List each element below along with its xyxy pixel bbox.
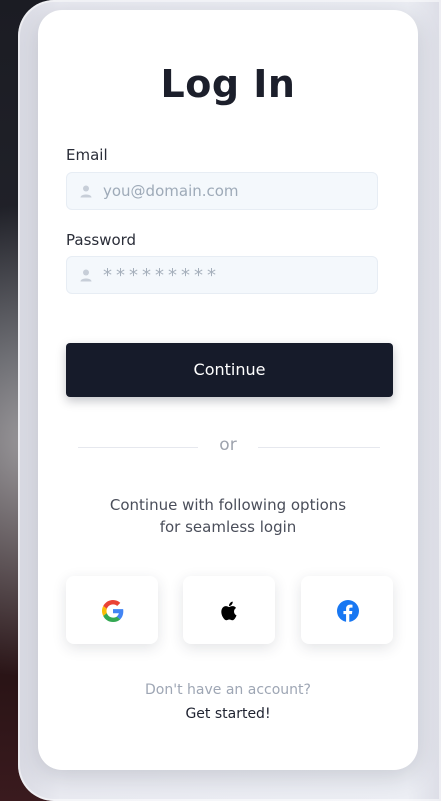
apple-login-button[interactable] — [183, 576, 275, 644]
options-text-line2: for seamless login — [159, 518, 297, 536]
email-input[interactable] — [103, 173, 367, 209]
continue-button[interactable]: Continue — [66, 343, 393, 397]
email-label: Email — [66, 146, 108, 164]
password-label: Password — [66, 231, 137, 249]
options-text-line1: Continue with following options — [109, 496, 347, 514]
page-title: Log In — [160, 62, 296, 106]
social-options-text: Continue with following options for seam… — [78, 494, 378, 538]
password-field-container[interactable]: ********* — [66, 256, 378, 294]
divider-left — [78, 447, 198, 448]
user-icon — [80, 269, 92, 282]
login-card: Log In Email Password ********* Continue… — [38, 10, 418, 770]
get-started-link[interactable]: Get started! — [38, 706, 418, 722]
or-divider-text: or — [219, 435, 237, 455]
user-icon — [80, 185, 92, 198]
no-account-text: Don't have an account? — [145, 682, 311, 698]
google-login-button[interactable] — [66, 576, 158, 644]
email-field-container — [66, 172, 378, 210]
divider-right — [258, 447, 380, 448]
google-icon — [102, 600, 124, 622]
password-input[interactable]: ********* — [103, 257, 220, 295]
facebook-login-button[interactable] — [301, 576, 393, 644]
facebook-icon — [337, 600, 359, 622]
apple-icon — [221, 601, 237, 621]
